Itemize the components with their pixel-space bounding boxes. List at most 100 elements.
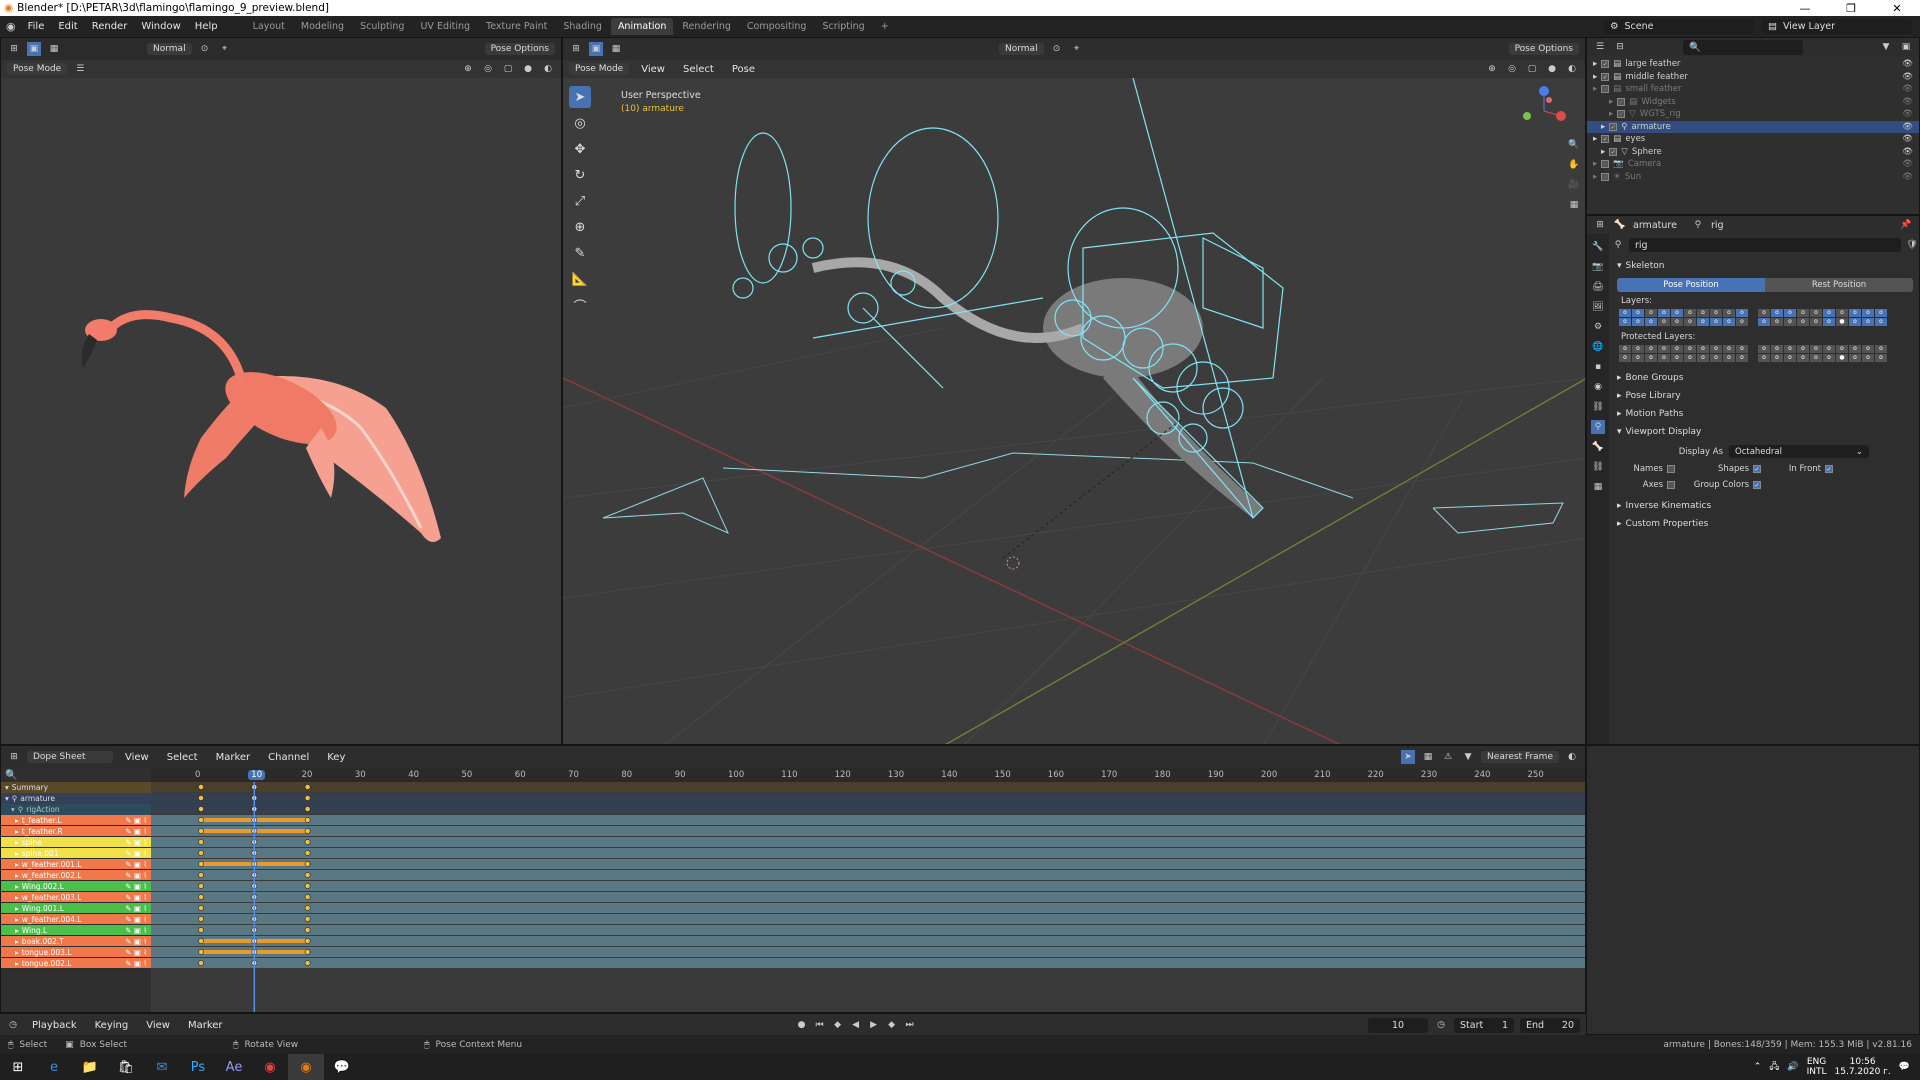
blender-taskbar-icon[interactable]: ◉ [288, 1054, 324, 1080]
bone-tab-icon[interactable]: 🦴 [1591, 440, 1605, 454]
protected-layers-right[interactable]: oooooooooo o o o o o o ● o o o [1758, 345, 1887, 362]
annotate-tool-icon[interactable]: ✎ [569, 242, 591, 264]
channel-toggle-icons[interactable]: ✎ ▣ ⌇ [125, 827, 147, 836]
move-tool-icon[interactable]: ✥ [569, 138, 591, 160]
filter-icon[interactable]: ▼ [1879, 40, 1893, 54]
armature-row[interactable]: ▾ ⚲ armature [1, 793, 151, 804]
eye-icon[interactable]: 👁 [1902, 147, 1913, 157]
main-mode-set-icon[interactable]: ▦ [609, 42, 623, 56]
channel-row[interactable]: ▸ w_feather.001.L ✎ ▣ ⌇ [1, 859, 151, 870]
layers-block-right[interactable]: oooooooooo o o o o o o ● o o o [1758, 309, 1887, 326]
curve-tool-icon[interactable]: ⌒ [569, 294, 591, 316]
visibility-checkbox[interactable]: ✓ [1609, 147, 1618, 156]
channel-toggle-icons[interactable]: ✎ ▣ ⌇ [125, 893, 147, 902]
rotate-tool-icon[interactable]: ↻ [569, 164, 591, 186]
left-mode-dropdown[interactable]: Pose Mode [7, 63, 68, 75]
main-pivot-icon[interactable]: ⊙ [1050, 42, 1064, 56]
timeline-editor-icon[interactable]: ◷ [6, 1018, 20, 1032]
expand-chevron-icon[interactable]: ▸ [1601, 122, 1605, 132]
texture-tab-icon[interactable]: ▦ [1591, 480, 1605, 494]
jump-end-icon[interactable]: ⏭ [903, 1018, 917, 1032]
pivot-icon[interactable]: ⊙ [198, 42, 212, 56]
render-tab-icon[interactable]: 📷 [1591, 260, 1605, 274]
keyframe-area[interactable] [151, 782, 1585, 1012]
maximize-button[interactable]: ❐ [1828, 2, 1874, 15]
protected-layers-left[interactable]: oooooooooo oooooooooo [1619, 345, 1748, 362]
expand-chevron-icon[interactable]: ▸ [15, 882, 19, 891]
timeline-menu-keying[interactable]: Keying [89, 1018, 135, 1033]
eye-icon[interactable]: 👁 [1902, 122, 1913, 132]
select-box-icon[interactable]: ▣ [27, 42, 41, 56]
main-pose-options-dropdown[interactable]: Pose Options [1508, 43, 1579, 55]
expand-chevron-icon[interactable]: ▸ [1593, 159, 1597, 169]
outliner-search-field[interactable]: 🔍 [1683, 39, 1803, 55]
outliner-row[interactable]: ▸ ✓ ▤ middle feather 👁 [1587, 71, 1919, 84]
outliner-row[interactable]: ▸ ✓ ▤ Widgets 👁 [1587, 96, 1919, 109]
eye-icon[interactable]: 👁 [1902, 172, 1913, 182]
only-errors-icon[interactable]: ⚠ [1441, 750, 1455, 764]
record-icon[interactable]: ● [795, 1018, 809, 1032]
channel-toggle-icons[interactable]: ✎ ▣ ⌇ [125, 871, 147, 880]
gizmo-icon[interactable]: ⊕ [461, 62, 475, 76]
bone-groups-section[interactable]: ▸ Bone Groups [1611, 370, 1919, 385]
start-frame-field[interactable]: Start 1 [1454, 1017, 1514, 1033]
eye-icon[interactable]: 👁 [1902, 159, 1913, 169]
dope-menu-key[interactable]: Key [321, 750, 351, 765]
pose-library-section[interactable]: ▸ Pose Library [1611, 388, 1919, 403]
layers-block-left[interactable]: oooooooooo oooooooooo [1619, 309, 1748, 326]
expand-chevron-icon[interactable]: ▸ [15, 849, 19, 858]
view-layer-selector[interactable]: ▤ View Layer [1762, 19, 1912, 34]
file-explorer-icon[interactable]: 📁 [72, 1054, 108, 1080]
view-layer-tab-icon[interactable]: 🖼 [1591, 300, 1605, 314]
action-row[interactable]: ▾ ⚲ rigAction [1, 804, 151, 815]
scene-selector[interactable]: ⚙ Scene [1604, 19, 1754, 34]
expand-chevron-icon[interactable]: ▸ [1601, 147, 1605, 157]
channel-row[interactable]: ▸ tongue.003.L ✎ ▣ ⌇ [1, 947, 151, 958]
channel-row[interactable]: ▸ w_feather.004.L ✎ ▣ ⌇ [1, 914, 151, 925]
channel-toggle-icons[interactable]: ✎ ▣ ⌇ [125, 948, 147, 957]
visibility-checkbox[interactable]: ✓ [1601, 72, 1610, 81]
channel-toggle-icons[interactable]: ✎ ▣ ⌇ [125, 882, 147, 891]
visibility-checkbox[interactable]: ✓ [1601, 172, 1610, 181]
eye-icon[interactable]: 👁 [1902, 59, 1913, 69]
channel-row[interactable]: ▸ w_feather.003.L ✎ ▣ ⌇ [1, 892, 151, 903]
channel-row[interactable]: ▸ t_feather.L ✎ ▣ ⌇ [1, 815, 151, 826]
mail-icon[interactable]: ✉ [144, 1054, 180, 1080]
dope-menu-channel[interactable]: Channel [262, 750, 315, 765]
left-viewport-canvas[interactable] [1, 78, 561, 744]
play-reverse-icon[interactable]: ◀ [849, 1018, 863, 1032]
channel-row[interactable]: ▸ Wing.L ✎ ▣ ⌇ [1, 925, 151, 936]
dope-sheet-mode-dropdown[interactable]: Dope Sheet [27, 751, 113, 763]
new-collection-icon[interactable]: ▣ [1899, 40, 1913, 54]
channel-row[interactable]: ▸ t_feather.R ✎ ▣ ⌇ [1, 826, 151, 837]
visibility-checkbox[interactable]: ✓ [1601, 135, 1610, 144]
frame-ruler[interactable]: 0 10 20 30 40 50 60 70 80 90 100 110 120 130 140 150 160… [151, 768, 1585, 782]
expand-chevron-icon[interactable]: ▸ [15, 827, 19, 836]
workspace-tab-scripting[interactable]: Scripting [815, 18, 871, 35]
blender-menu-icon[interactable]: ◉ [6, 20, 16, 33]
menu-window[interactable]: Window [135, 19, 186, 34]
expand-chevron-icon[interactable]: ▸ [15, 893, 19, 902]
display-as-dropdown[interactable]: Octahedral ⌄ [1729, 445, 1869, 458]
main-transform-orientation-dropdown[interactable]: Normal [999, 43, 1044, 55]
shading-material-icon[interactable]: ◐ [541, 62, 555, 76]
channel-toggle-icons[interactable]: ✎ ▣ ⌇ [125, 816, 147, 825]
expand-chevron-icon[interactable]: ▸ [15, 816, 19, 825]
channel-toggle-icons[interactable]: ✎ ▣ ⌇ [125, 926, 147, 935]
eye-icon[interactable]: 👁 [1902, 134, 1913, 144]
viewport-display-section[interactable]: ▾ Viewport Display [1611, 424, 1919, 439]
main-gizmo-icon[interactable]: ⊕ [1485, 62, 1499, 76]
outliner-editor-icon[interactable]: ☰ [1593, 40, 1607, 54]
main-snap-icon[interactable]: ⌖ [1070, 42, 1084, 56]
scene-tab-icon[interactable]: ⚙ [1591, 320, 1605, 334]
proportional-edit-icon[interactable]: ◐ [1565, 750, 1579, 764]
volume-icon[interactable]: 🔊 [1787, 1062, 1798, 1072]
fake-user-icon[interactable]: 🛡 [1905, 238, 1919, 252]
expand-chevron-icon[interactable]: ▸ [1593, 134, 1597, 144]
main-editor-type-icon[interactable]: ⊞ [569, 42, 583, 56]
visibility-checkbox[interactable]: ✓ [1609, 122, 1618, 131]
chat-app-icon[interactable]: 💬 [324, 1054, 360, 1080]
output-tab-icon[interactable]: 🖨 [1591, 280, 1605, 294]
armature-data-tab-icon[interactable]: ⚲ [1591, 420, 1605, 434]
inverse-kinematics-section[interactable]: ▸ Inverse Kinematics [1611, 498, 1919, 513]
